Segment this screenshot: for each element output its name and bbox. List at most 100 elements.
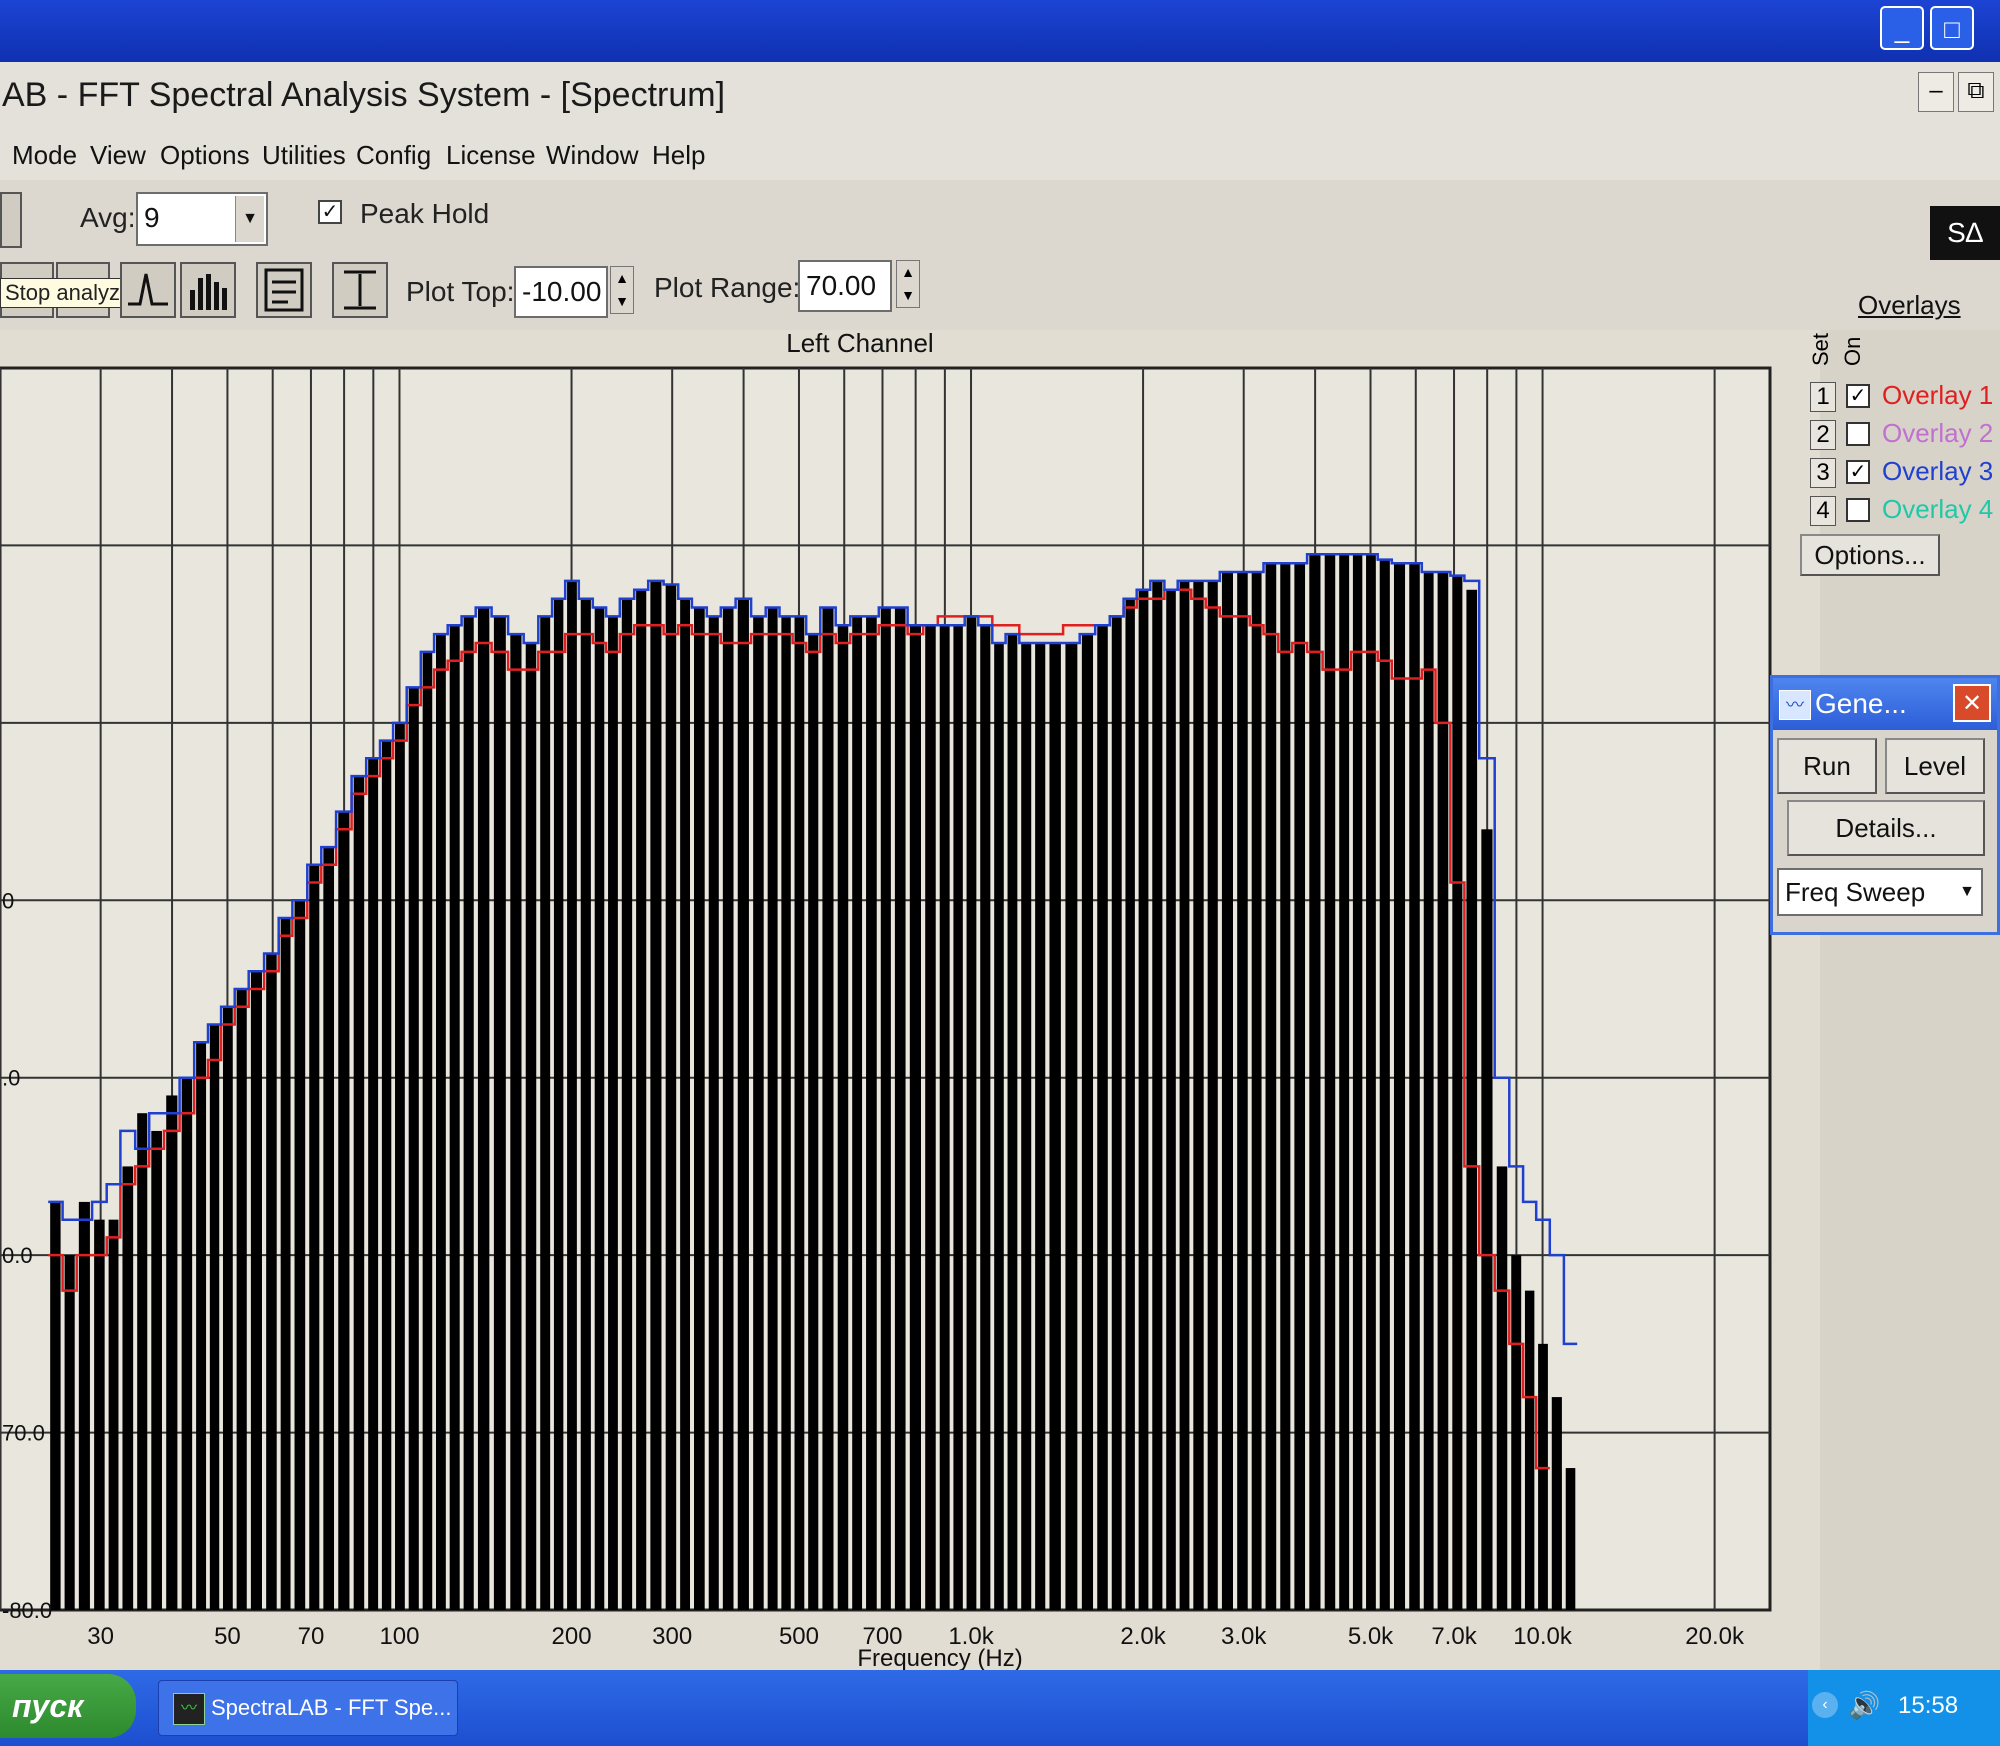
spectralab-logo: S∆ [1930,206,2000,260]
spectrum-bar [1324,554,1336,1610]
menu-mode[interactable]: Mode [12,140,77,171]
speaker-icon[interactable]: 🔊 [1848,1690,1880,1721]
generator-level-button[interactable]: Level [1885,738,1985,794]
x-tick-label: 7.0k [1431,1623,1477,1650]
spectrum-bar [353,776,365,1610]
panel-icon [264,268,304,312]
x-tick-label: 5.0k [1348,1623,1394,1650]
x-tick-label: 3.0k [1221,1623,1267,1650]
spectrum-bar [880,607,891,1610]
spectrum-bar [1294,563,1306,1611]
spectrum-bar [368,758,379,1610]
app-title-bar: AB - FFT Spectral Analysis System - [Spe… [0,62,2000,136]
overlay-4-label: Overlay 4 [1882,494,1994,524]
generator-details-button[interactable]: Details... [1787,800,1985,856]
spectrum-bar [939,625,950,1610]
overlay-2-set-button[interactable]: 2 [1810,420,1836,450]
menu-window[interactable]: Window [546,140,638,171]
spectrum-bar [894,607,906,1610]
close-icon[interactable]: ✕ [1953,684,1991,722]
mdi-minimize-button[interactable]: – [1918,72,1954,112]
spectrum-bar [1111,616,1122,1610]
spectrum-bar [794,616,805,1610]
mdi-restore-button[interactable]: ⧉ [1958,72,1994,112]
spectrum-bar [1049,643,1061,1610]
spectrum-bar [1179,580,1190,1610]
overlay-1-checkbox[interactable]: ✓ [1846,384,1870,408]
x-tick-label: 10.0k [1513,1623,1573,1650]
avg-label: Avg: [80,202,136,233]
tray-expand-icon[interactable]: ‹ [1812,1692,1838,1718]
spectrum-bar [1339,554,1350,1610]
spectrum-bar [837,625,849,1610]
menu-help[interactable]: Help [652,140,705,171]
chevron-down-icon[interactable]: ▼ [235,196,264,242]
peak-hold-checkbox[interactable]: ✓ [318,200,342,224]
generator-title-bar: 〰 Gene... ✕ [1773,678,1997,730]
generator-mode-select[interactable]: Freq Sweep ▼ [1777,868,1983,916]
y-tick-label: 0 [2,888,14,913]
overlays-title: Overlays [1858,290,1961,320]
spectrum-bar [294,900,306,1610]
settings-panel-button[interactable] [256,262,312,318]
taskbar-app-button[interactable]: 〰 SpectraLAB - FFT Spe... [158,1680,458,1736]
chart-title: Left Channel [786,330,933,358]
menu-license[interactable]: License [446,140,536,171]
plot-top-spinner[interactable]: ▲ ▼ [610,266,634,314]
spectrum-bar [1393,563,1406,1611]
avg-select[interactable]: 9 ▼ [136,192,268,246]
taskbar-app-label: SpectraLAB - FFT Spe... [211,1695,452,1720]
spectrum-bar [1452,575,1463,1610]
spectrum-bar [852,616,863,1610]
plot-range-spinner[interactable]: ▲ ▼ [896,260,920,308]
overlay-3-checkbox[interactable]: ✓ [1846,460,1870,484]
line-graph-button[interactable] [120,262,176,318]
spectrum-bar [1538,1343,1548,1610]
spectrum-chart[interactable]: Left Channel 0.0 0.0 70.0 -80.0 30 50 70 100 200 3… [0,330,1820,1670]
run-toggle-button[interactable] [0,192,22,248]
spectralab-icon: 〰 [173,1693,205,1725]
toolbar-bottom: Stop analyzer Plot Top: -10.00 ▲ ▼ Plot … [0,260,2000,330]
start-button[interactable]: пуск [0,1674,136,1738]
spectrum-bar [1352,554,1363,1610]
menu-view[interactable]: View [90,140,146,171]
spectrum-bar [309,864,320,1610]
spectrum-bar [994,643,1004,1610]
outer-title-bar: _ □ [0,0,2000,62]
minimize-button[interactable]: _ [1880,6,1924,50]
menu-utilities[interactable]: Utilities [262,140,346,171]
spectrum-bar [463,616,474,1610]
menu-options[interactable]: Options [160,140,250,171]
overlay-3-set-button[interactable]: 3 [1810,458,1836,488]
overlays-options-button[interactable]: Options... [1800,534,1940,576]
generator-run-button[interactable]: Run [1777,738,1877,794]
overlay-4-set-button[interactable]: 4 [1810,496,1836,526]
toolbar-top: Avg: 9 ▼ ✓ Peak Hold S∆ [0,180,2000,260]
spectrum-bar [767,607,778,1610]
bar-graph-icon [190,274,227,310]
spectrum-bar [266,953,277,1610]
spectrum-bar [166,1095,178,1610]
vertical-range-icon [344,270,376,310]
range-cursor-button[interactable] [332,262,388,318]
spectrum-bar [1207,580,1218,1610]
overlay-4-checkbox[interactable] [1846,498,1870,522]
spectrum-bar [1366,554,1376,1610]
spectrum-bar [493,616,506,1610]
spectrum-bar [436,634,446,1610]
chevron-down-icon[interactable]: ▼ [1959,870,1975,914]
menu-config[interactable]: Config [356,140,431,171]
overlay-1-set-button[interactable]: 1 [1810,382,1836,412]
app-title: AB - FFT Spectral Analysis System - [Spe… [2,76,726,114]
spectrum-bar [580,598,591,1610]
maximize-button[interactable]: □ [1930,6,1974,50]
spectrum-bar [953,625,963,1610]
plot-top-input[interactable]: -10.00 [514,266,608,318]
spectrum-bar [540,616,551,1610]
spectrum-bar [1280,563,1291,1611]
spectrum-bar [1193,580,1204,1610]
bar-graph-button[interactable] [180,262,236,318]
plot-range-input[interactable]: 70.00 [798,260,892,312]
overlay-2-checkbox[interactable] [1846,422,1870,446]
spectrum-bar [381,740,392,1610]
